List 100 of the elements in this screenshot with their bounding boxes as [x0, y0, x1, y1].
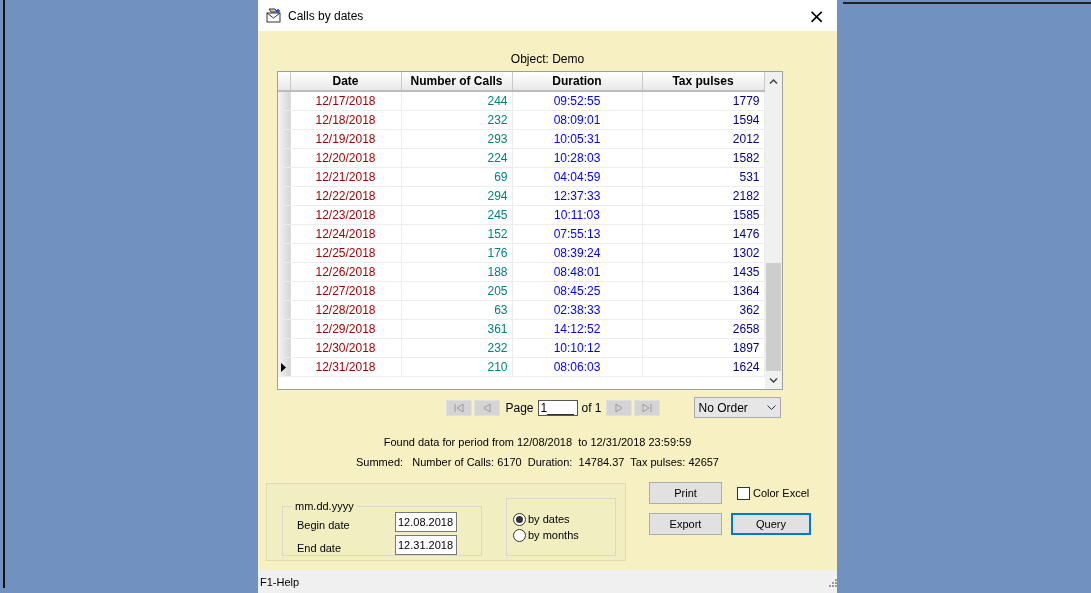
- tax-pulses-cell: 1594: [642, 111, 765, 129]
- tax-pulses-cell: 1624: [642, 358, 765, 376]
- duration-cell: 10:11:03: [512, 206, 643, 224]
- calls-cell: 188: [401, 263, 513, 281]
- tax-pulses-cell: 1435: [642, 263, 765, 281]
- first-page-button[interactable]: [445, 399, 472, 416]
- calls-cell: 232: [401, 111, 513, 129]
- date-cell: 12/23/2018: [290, 206, 402, 224]
- next-page-icon: [613, 403, 624, 412]
- order-dropdown[interactable]: No Order: [693, 397, 781, 418]
- tax-pulses-cell: 1897: [642, 339, 765, 357]
- duration-cell: 07:55:13: [512, 225, 643, 243]
- calls-cell: 152: [401, 225, 513, 243]
- color-excel-checkbox[interactable]: Color Excel: [737, 482, 811, 504]
- date-field[interactable]: 12.08.2018: [395, 512, 457, 533]
- date-cell: 12/30/2018: [290, 339, 402, 357]
- date-cell: 12/18/2018: [290, 111, 402, 129]
- calls-cell: 293: [401, 130, 513, 148]
- duration-cell: 09:52:55: [512, 92, 643, 110]
- date-label: Begin date: [297, 519, 350, 532]
- date-cell: 12/31/2018: [290, 358, 402, 376]
- tax-pulses-cell: 1364: [642, 282, 765, 300]
- duration-cell: 04:04:59: [512, 168, 643, 186]
- calls-cell: 210: [401, 358, 513, 376]
- date-cell: 12/28/2018: [290, 301, 402, 319]
- mode-radio[interactable]: by dates: [513, 512, 615, 526]
- date-cell: 12/20/2018: [290, 149, 402, 167]
- date-cell: 12/21/2018: [290, 168, 402, 186]
- scroll-up-icon: [768, 78, 778, 84]
- date-label: End date: [297, 541, 342, 554]
- column-header[interactable]: Duration: [512, 72, 643, 90]
- tax-pulses-cell: 531: [642, 168, 765, 186]
- query-button[interactable]: Query: [731, 513, 811, 535]
- print-button[interactable]: Print: [649, 482, 722, 504]
- current-row-icon: [281, 362, 286, 372]
- date-cell: 12/17/2018: [290, 92, 402, 110]
- status-text: F1-Help: [260, 575, 300, 588]
- calls-cell: 63: [401, 301, 513, 319]
- next-page-button[interactable]: [605, 399, 632, 416]
- duration-cell: 10:10:12: [512, 339, 643, 357]
- column-header[interactable]: Number of Calls: [401, 72, 513, 90]
- close-button[interactable]: ×: [804, 5, 829, 26]
- calls-cell: 224: [401, 149, 513, 167]
- column-header[interactable]: Tax pulses: [642, 72, 765, 90]
- date-cell: 12/19/2018: [290, 130, 402, 148]
- period-text: Found data for period from 12/08/2018 to 12/31/2018 23:59:59: [383, 436, 692, 450]
- object-label: Object: Demo: [510, 52, 585, 67]
- duration-cell: 08:06:03: [512, 358, 643, 376]
- duration-cell: 08:48:01: [512, 263, 643, 281]
- mode-radio[interactable]: by months: [513, 528, 615, 542]
- duration-cell: 08:39:24: [512, 244, 643, 262]
- calls-cell: 176: [401, 244, 513, 262]
- resize-grip-icon: [827, 576, 837, 587]
- tax-pulses-cell: 2012: [642, 130, 765, 148]
- duration-cell: 14:12:52: [512, 320, 643, 338]
- calls-cell: 294: [401, 187, 513, 205]
- calls-cell: 361: [401, 320, 513, 338]
- corner-header: [277, 72, 291, 90]
- tax-pulses-cell: 2658: [642, 320, 765, 338]
- last-page-button[interactable]: [633, 399, 660, 416]
- summary-text: Summed: Number of Calls: 6170 Duration: 14784.37 Tax pulses: 42657: [356, 456, 719, 470]
- duration-cell: 08:09:01: [512, 111, 643, 129]
- duration-cell: 12:37:33: [512, 187, 643, 205]
- previous-page-button[interactable]: [473, 399, 500, 416]
- scroll-down-icon: [768, 377, 778, 383]
- calls-cell: 232: [401, 339, 513, 357]
- export-button[interactable]: Export: [649, 513, 722, 535]
- row-selector[interactable]: [277, 358, 291, 376]
- window-title: Calls by dates: [288, 8, 365, 23]
- date-cell: 12/24/2018: [290, 225, 402, 243]
- first-page-icon: [453, 403, 464, 412]
- tax-pulses-cell: 1476: [642, 225, 765, 243]
- calls-cell: 244: [401, 92, 513, 110]
- date-field[interactable]: 12.31.2018: [395, 534, 457, 555]
- calls-cell: 205: [401, 282, 513, 300]
- mail-icon: [266, 8, 282, 23]
- duration-cell: 10:28:03: [512, 149, 643, 167]
- previous-page-icon: [481, 403, 492, 412]
- calls-cell: 245: [401, 206, 513, 224]
- date-cell: 12/29/2018: [290, 320, 402, 338]
- page-count-label: of 1: [581, 400, 602, 415]
- tax-pulses-cell: 362: [642, 301, 765, 319]
- tax-pulses-cell: 2182: [642, 187, 765, 205]
- last-page-icon: [641, 403, 652, 412]
- tax-pulses-cell: 1585: [642, 206, 765, 224]
- duration-cell: 08:45:25: [512, 282, 643, 300]
- calls-cell: 69: [401, 168, 513, 186]
- scroll-thumb[interactable]: [765, 263, 781, 371]
- column-header[interactable]: Date: [290, 72, 402, 90]
- date-cell: 12/25/2018: [290, 244, 402, 262]
- page-label: Page: [505, 400, 534, 415]
- caret-icon: [766, 405, 776, 410]
- date-cell: 12/26/2018: [290, 263, 402, 281]
- date-cell: 12/27/2018: [290, 282, 402, 300]
- page-field[interactable]: 1____: [537, 399, 578, 416]
- tax-pulses-cell: 1302: [642, 244, 765, 262]
- duration-cell: 02:38:33: [512, 301, 643, 319]
- duration-cell: 10:05:31: [512, 130, 643, 148]
- tax-pulses-cell: 1779: [642, 92, 765, 110]
- date-format-legend: mm.dd.yyyy: [292, 500, 357, 512]
